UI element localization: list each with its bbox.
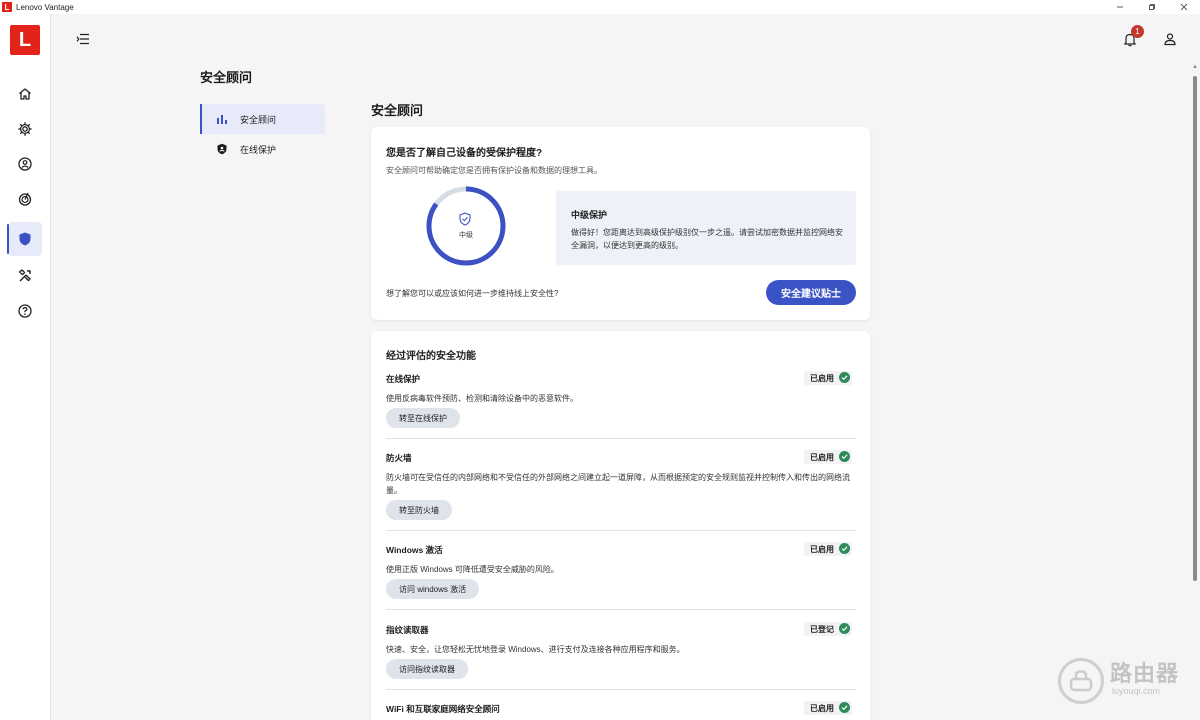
status-badge: 已登记 xyxy=(804,622,852,636)
check-circle-icon xyxy=(839,543,850,554)
protection-level-ring xyxy=(426,186,506,266)
status-text: 已启用 xyxy=(810,544,834,554)
overview-description: 安全顾问可帮助确定您是否拥有保护设备和数据的理想工具。 xyxy=(386,166,602,175)
account-icon xyxy=(18,157,32,171)
security-question: 想了解您可以或应该如何进一步维持线上安全性? xyxy=(386,289,559,298)
check-circle-icon xyxy=(839,623,850,634)
security-tips-button[interactable]: 安全建议贴士 xyxy=(766,280,856,305)
divider xyxy=(386,438,856,439)
overview-title: 您是否了解自己设备的受保护程度? xyxy=(386,148,543,159)
divider xyxy=(386,689,856,690)
go-to-online-protection-button[interactable]: 转至在线保护 xyxy=(386,408,460,428)
subnav-item-label: 安全顾问 xyxy=(240,114,277,125)
rail-item-security[interactable] xyxy=(7,222,42,256)
scroll-up-icon[interactable]: ▲ xyxy=(1192,64,1198,70)
shield-icon xyxy=(217,143,227,155)
page-title: 安全顾问 xyxy=(371,103,424,118)
shield-icon xyxy=(19,232,31,246)
shield-check-icon xyxy=(459,212,471,226)
status-badge: 已启用 xyxy=(804,542,852,556)
help-icon xyxy=(18,304,32,318)
rail-item-help[interactable] xyxy=(8,294,42,328)
radar-icon xyxy=(18,192,32,206)
feature-name: 在线保护 xyxy=(386,374,421,384)
status-badge: 已启用 xyxy=(804,450,852,464)
user-icon xyxy=(1164,33,1176,46)
status-badge: 已启用 xyxy=(804,701,852,715)
feature-name: 防火墙 xyxy=(386,453,412,463)
scrollbar-thumb[interactable] xyxy=(1193,76,1197,581)
security-features-card: 经过评估的安全功能 在线保护 已启用 使用反病毒软件预防、检测和清除设备中的恶意… xyxy=(371,331,870,720)
close-icon xyxy=(1180,3,1188,11)
divider xyxy=(386,609,856,610)
rail-item-smart[interactable] xyxy=(8,182,42,216)
status-text: 已启用 xyxy=(810,703,834,713)
app-logo-icon: L xyxy=(2,2,12,12)
lenovo-logo[interactable]: L xyxy=(10,25,40,55)
notification-count-badge: 1 xyxy=(1131,25,1144,38)
feature-name: Windows 激活 xyxy=(386,545,443,555)
home-icon xyxy=(19,88,31,100)
bar-chart-icon xyxy=(217,115,227,124)
rail-item-account[interactable] xyxy=(8,147,42,181)
subnav-item-online-protection[interactable]: 在线保护 xyxy=(200,134,325,164)
check-circle-icon xyxy=(839,702,850,713)
subnav-item-label: 在线保护 xyxy=(240,144,277,155)
user-profile-button[interactable] xyxy=(1161,30,1179,48)
divider xyxy=(386,530,856,531)
window-titlebar: L Lenovo Vantage xyxy=(0,0,1200,14)
menu-collapse-icon xyxy=(76,33,89,45)
protection-overview-card: 您是否了解自己设备的受保护程度? 安全顾问可帮助确定您是否拥有保护设备和数据的理… xyxy=(371,127,870,320)
left-navigation-rail: L xyxy=(0,14,51,720)
level-description: 做得好！您距离达到高级保护级别仅一步之遥。请尝试加密数据并监控网络安全漏洞，以便… xyxy=(571,228,843,250)
feature-name: WiFi 和互联家庭网络安全顾问 xyxy=(386,704,500,714)
feature-name: 指纹读取器 xyxy=(386,625,429,635)
windows-activation-button[interactable]: 访问 windows 激活 xyxy=(386,579,480,599)
gear-icon xyxy=(18,122,32,136)
protection-level-label: 中级 xyxy=(459,232,473,239)
router-logo-icon xyxy=(1058,658,1104,704)
feature-description: 使用反病毒软件预防、检测和清除设备中的恶意软件。 xyxy=(386,394,578,403)
rail-item-tools[interactable] xyxy=(8,259,42,293)
watermark-text: 路由器 xyxy=(1110,661,1180,686)
restore-button[interactable] xyxy=(1136,0,1168,14)
section-title: 安全顾问 xyxy=(200,70,253,85)
menu-toggle-button[interactable] xyxy=(74,30,92,48)
window-title: Lenovo Vantage xyxy=(16,2,74,12)
features-title: 经过评估的安全功能 xyxy=(386,351,476,362)
watermark-url: luyouqi.com xyxy=(1112,686,1161,696)
check-circle-icon xyxy=(839,451,850,462)
status-text: 已登记 xyxy=(810,624,834,634)
feature-description: 防火墙可在受信任的内部网络和不受信任的外部网络之间建立起一道屏障，从而根据预定的… xyxy=(386,473,850,495)
restore-icon xyxy=(1149,4,1155,10)
feature-description: 快速、安全，让您轻松无忧地登录 Windows、进行支付及连接各种应用程序和服务… xyxy=(386,645,685,654)
go-to-firewall-button[interactable]: 转至防火墙 xyxy=(386,500,452,520)
fingerprint-reader-button[interactable]: 访问指纹读取器 xyxy=(386,659,468,679)
protection-level-info: 中级保护 做得好！您距离达到高级保护级别仅一步之遥。请尝试加密数据并监控网络安全… xyxy=(556,191,856,265)
subnav-item-security-advisor[interactable]: 安全顾问 xyxy=(200,104,325,134)
rail-item-home[interactable] xyxy=(8,77,42,111)
status-badge: 已启用 xyxy=(804,371,852,385)
scrollbar[interactable]: ▲ xyxy=(1191,64,1199,720)
level-title: 中级保护 xyxy=(571,210,608,220)
status-text: 已启用 xyxy=(810,452,834,462)
close-button[interactable] xyxy=(1168,0,1200,14)
watermark: 路由器 luyouqi.com xyxy=(1058,656,1188,704)
minimize-button[interactable] xyxy=(1104,0,1136,14)
feature-description: 使用正版 Windows 可降低遭受安全威胁的风险。 xyxy=(386,565,559,574)
window-controls xyxy=(1104,0,1200,14)
status-text: 已启用 xyxy=(810,373,834,383)
rail-item-settings[interactable] xyxy=(8,112,42,146)
check-circle-icon xyxy=(839,372,850,383)
minimize-icon xyxy=(1117,6,1123,8)
tools-icon xyxy=(18,269,31,282)
